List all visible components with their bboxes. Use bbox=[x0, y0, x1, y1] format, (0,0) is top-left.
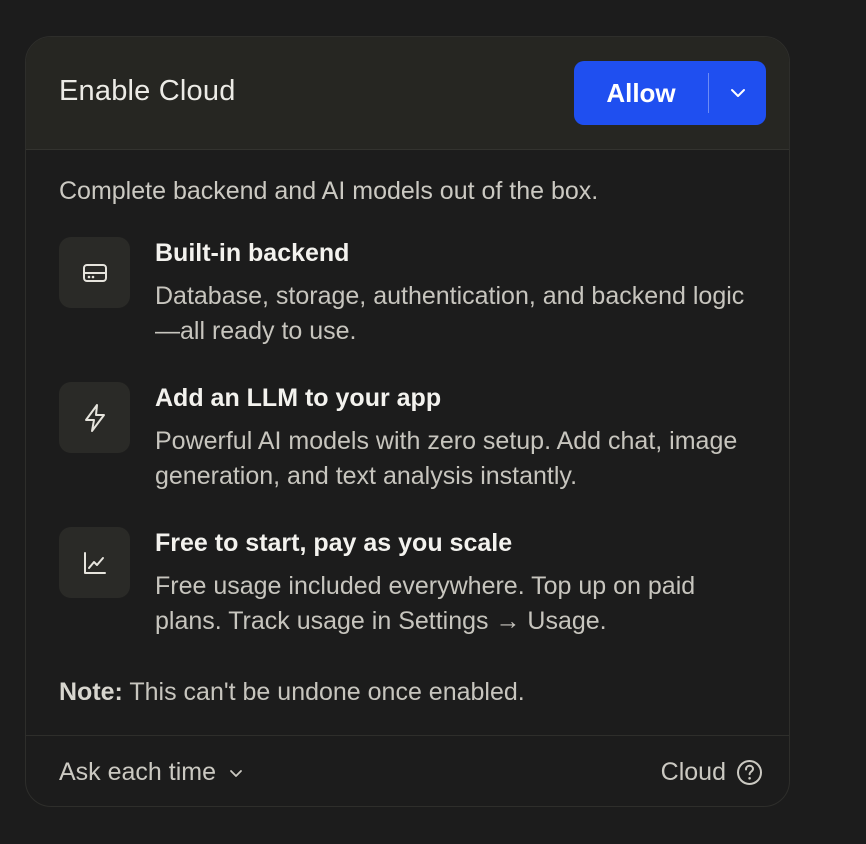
note-body: This can't be undone once enabled. bbox=[122, 678, 525, 706]
dialog-intro: Complete backend and AI models out of th… bbox=[59, 177, 599, 205]
allow-button[interactable]: Allow bbox=[574, 61, 708, 125]
feature-icon-box bbox=[59, 237, 130, 308]
enable-cloud-dialog: Enable Cloud Allow Complete backend and … bbox=[25, 36, 790, 807]
feature-title: Add an LLM to your app bbox=[155, 384, 442, 412]
feature-icon-box bbox=[59, 382, 130, 453]
dialog-footer: Ask each time Cloud bbox=[26, 735, 789, 806]
chevron-down-icon bbox=[230, 769, 242, 777]
note-label: Note: bbox=[59, 678, 123, 706]
chevron-down-icon bbox=[730, 89, 745, 97]
help-icon bbox=[737, 760, 762, 785]
lightning-icon bbox=[84, 403, 105, 432]
cloud-link-label: Cloud bbox=[660, 758, 726, 786]
permission-select-label: Ask each time bbox=[59, 758, 217, 786]
feature-icon-box bbox=[59, 527, 130, 598]
server-icon bbox=[82, 263, 107, 282]
allow-button-group: Allow bbox=[574, 61, 766, 125]
allow-options-button[interactable] bbox=[709, 61, 766, 125]
permission-select[interactable]: Ask each time bbox=[59, 758, 244, 787]
dialog-header: Enable Cloud Allow bbox=[26, 37, 789, 150]
feature-description: Free usage included everywhere. Top up o… bbox=[155, 572, 696, 635]
feature-description: Database, storage, authentication, and b… bbox=[155, 282, 745, 345]
feature-description: Powerful AI models with zero setup. Add … bbox=[155, 427, 738, 490]
chart-icon bbox=[83, 551, 106, 574]
feature-title: Free to start, pay as you scale bbox=[155, 529, 513, 557]
feature-title: Built-in backend bbox=[155, 239, 350, 267]
dialog-title: Enable Cloud bbox=[59, 75, 236, 107]
cloud-help-link[interactable]: Cloud bbox=[661, 758, 763, 787]
note-text: Note: This can't be undone once enabled. bbox=[59, 678, 525, 707]
